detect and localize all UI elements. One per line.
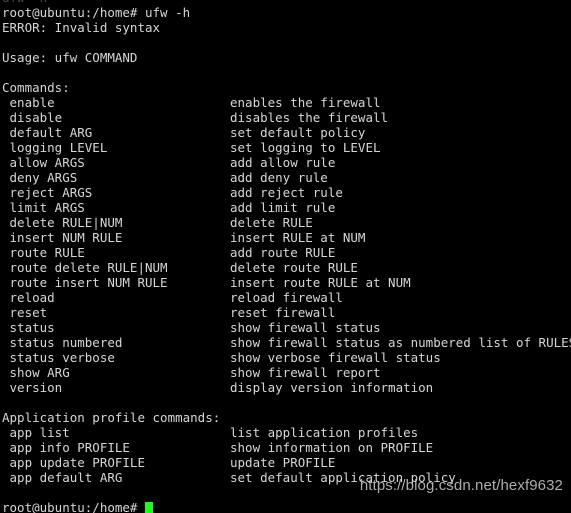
app-command-name: app default ARG — [2, 470, 123, 485]
prompt-command-line: root@ubuntu:/home# ufw -h — [2, 5, 191, 20]
command-description: add limit rule — [230, 200, 336, 215]
command-description: show firewall status as numbered list of… — [230, 335, 571, 350]
command-name: delete RULE|NUM — [2, 215, 123, 230]
command-row: status show firewall status — [0, 320, 571, 335]
command-description: show firewall report — [230, 365, 381, 380]
command-description: set default policy — [230, 125, 366, 140]
command-description: reset firewall — [230, 305, 336, 320]
app-command-row: app list list application profiles — [0, 425, 571, 440]
command-row: route insert NUM RULE insert route RULE … — [0, 275, 571, 290]
command-description: reload firewall — [230, 290, 343, 305]
command-name: limit ARGS — [2, 200, 85, 215]
command-name: reset — [2, 305, 48, 320]
command-description: show verbose firewall status — [230, 350, 441, 365]
command-row: route RULE add route RULE — [0, 245, 571, 260]
command-name: deny ARGS — [2, 170, 78, 185]
command-description: display version information — [230, 380, 434, 395]
command-row: show ARG show firewall report — [0, 365, 571, 380]
command-description: show firewall status — [230, 320, 381, 335]
command-name: show ARG — [2, 365, 70, 380]
command-description: add route RULE — [230, 245, 336, 260]
command-row: default ARG set default policy — [0, 125, 571, 140]
command-name: reject ARGS — [2, 185, 93, 200]
command-description: add reject rule — [230, 185, 343, 200]
command-name: reload — [2, 290, 55, 305]
command-name: disable — [2, 110, 63, 125]
command-row: reload reload firewall — [0, 290, 571, 305]
command-name: default ARG — [2, 125, 93, 140]
command-row: logging LEVEL set logging to LEVEL — [0, 140, 571, 155]
command-row: allow ARGS add allow rule — [0, 155, 571, 170]
final-prompt-line[interactable]: root@ubuntu:/home# — [0, 500, 571, 513]
command-name: logging LEVEL — [2, 140, 108, 155]
command-name: version — [2, 380, 63, 395]
app-command-name: app list — [2, 425, 70, 440]
command-name: enable — [2, 95, 55, 110]
app-command-row: app info PROFILE show information on PRO… — [0, 440, 571, 455]
command-description: delete RULE — [230, 215, 313, 230]
app-command-name: app info PROFILE — [2, 440, 130, 455]
command-description: add allow rule — [230, 155, 336, 170]
app-command-row: app update PROFILE update PROFILE — [0, 455, 571, 470]
command-name: insert NUM RULE — [2, 230, 123, 245]
command-name: status numbered — [2, 335, 123, 350]
shell-prompt: root@ubuntu:/home# — [2, 500, 145, 513]
command-description: delete route RULE — [230, 260, 358, 275]
command-description: set logging to LEVEL — [230, 140, 381, 155]
command-row: delete RULE|NUM delete RULE — [0, 215, 571, 230]
command-row: disable disables the firewall — [0, 110, 571, 125]
command-description: enables the firewall — [230, 95, 381, 110]
command-name: allow ARGS — [2, 155, 85, 170]
command-row: version display version information — [0, 380, 571, 395]
app-command-description: list application profiles — [230, 425, 419, 440]
command-name: route delete RULE|NUM — [2, 260, 168, 275]
command-name: status — [2, 320, 55, 335]
command-description: add deny rule — [230, 170, 328, 185]
watermark-url: https://blog.csdn.net/hexf9632 — [359, 477, 563, 494]
command-row: enable enables the firewall — [0, 95, 571, 110]
command-row: route delete RULE|NUM delete route RULE — [0, 260, 571, 275]
command-row: reject ARGS add reject rule — [0, 185, 571, 200]
command-row: insert NUM RULE insert RULE at NUM — [0, 230, 571, 245]
command-description: insert route RULE at NUM — [230, 275, 411, 290]
usage-line: Usage: ufw COMMAND — [2, 50, 138, 65]
command-row: status numbered show firewall status as … — [0, 335, 571, 350]
command-description: insert RULE at NUM — [230, 230, 366, 245]
command-description: disables the firewall — [230, 110, 389, 125]
app-command-name: app update PROFILE — [2, 455, 145, 470]
command-row: status verbose show verbose firewall sta… — [0, 350, 571, 365]
command-row: reset reset firewall — [0, 305, 571, 320]
command-name: route insert NUM RULE — [2, 275, 168, 290]
error-line: ERROR: Invalid syntax — [2, 20, 161, 35]
app-command-description: update PROFILE — [230, 455, 336, 470]
command-name: route RULE — [2, 245, 85, 260]
text-cursor[interactable] — [145, 502, 153, 513]
terminal-window[interactable]: ufw -h root@ubuntu:/home# ufw -h ERROR: … — [0, 0, 571, 513]
app-command-description: show information on PROFILE — [230, 440, 434, 455]
commands-header: Commands: — [2, 80, 70, 95]
terminal-screen: ufw -h root@ubuntu:/home# ufw -h ERROR: … — [0, 0, 571, 513]
command-row: deny ARGS add deny rule — [0, 170, 571, 185]
command-name: status verbose — [2, 350, 115, 365]
command-row: limit ARGS add limit rule — [0, 200, 571, 215]
application-profile-commands-header: Application profile commands: — [2, 410, 221, 425]
